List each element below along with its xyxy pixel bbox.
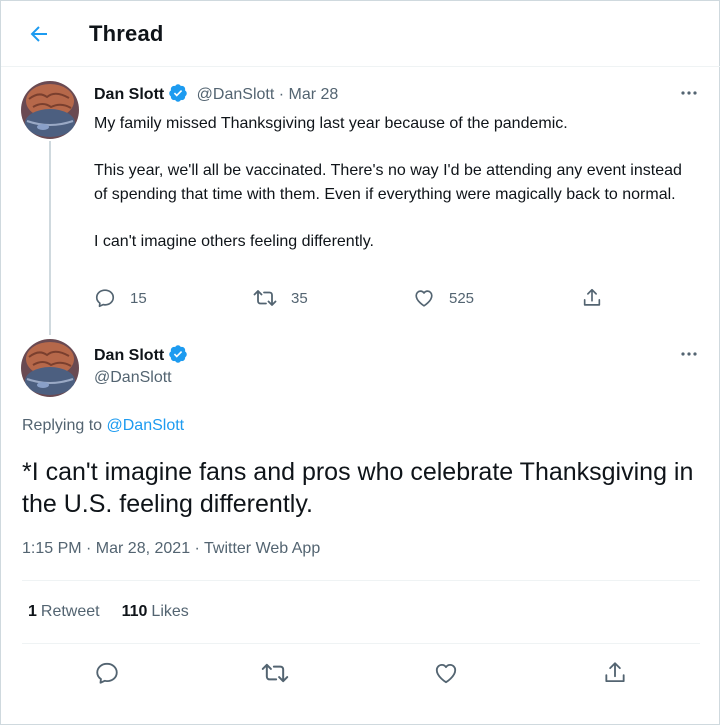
retweet-count: 35 xyxy=(291,289,308,307)
share-button[interactable] xyxy=(581,287,603,309)
retweets-stat[interactable]: 1 Retweet xyxy=(28,603,100,621)
like-count: 525 xyxy=(449,289,475,307)
verified-badge-icon xyxy=(169,345,187,363)
tweet-text: *I can't imagine fans and pros who celeb… xyxy=(22,458,694,518)
retweet-count: 1 xyxy=(28,603,37,620)
header: Thread xyxy=(1,1,720,67)
page-title: Thread xyxy=(89,21,164,46)
more-options-button[interactable] xyxy=(675,83,703,103)
reply-button[interactable] xyxy=(93,659,121,687)
like-count: 110 xyxy=(121,603,148,620)
tweet-paragraph: I can't imagine others feeling different… xyxy=(94,232,374,250)
replying-prefix: Replying to xyxy=(22,417,103,434)
share-icon xyxy=(605,662,625,683)
heart-icon xyxy=(435,663,457,684)
replying-to: Replying to @DanSlott xyxy=(22,417,184,435)
thread-panel: Thread Dan Slott @DanSlott · Mar 28 My f… xyxy=(0,0,720,725)
author-handle[interactable]: @DanSlott xyxy=(94,369,172,387)
tweet-text: My family missed Thanksgiving last year … xyxy=(94,112,694,253)
reply-count: 15 xyxy=(130,289,147,307)
tweet-date[interactable]: Mar 28 xyxy=(289,86,339,103)
avatar[interactable] xyxy=(21,339,79,397)
divider xyxy=(22,580,700,581)
divider xyxy=(22,643,700,644)
author-name[interactable]: Dan Slott xyxy=(94,347,164,364)
tweet-paragraph: This year, we'll all be vaccinated. Ther… xyxy=(94,162,682,203)
author-handle[interactable]: @DanSlott xyxy=(197,86,275,103)
tweet-paragraph: My family missed Thanksgiving last year … xyxy=(94,115,568,132)
verified-badge-icon xyxy=(169,84,187,102)
reply-button[interactable]: 15 xyxy=(94,287,147,309)
retweet-button[interactable] xyxy=(261,659,289,687)
like-button[interactable] xyxy=(432,659,460,687)
like-label: Likes xyxy=(151,603,189,620)
share-button[interactable] xyxy=(601,659,629,687)
likes-stat[interactable]: 110 Likes xyxy=(122,603,189,621)
arrow-left-icon xyxy=(30,26,47,42)
tweet-header: Dan Slott @DanSlott · Mar 28 xyxy=(94,83,338,104)
avatar-image xyxy=(21,339,79,397)
avatar-image xyxy=(21,81,79,139)
more-options-button[interactable] xyxy=(675,344,703,364)
share-icon xyxy=(583,288,601,306)
thread-connector-line xyxy=(49,141,51,335)
retweet-label: Retweet xyxy=(40,603,100,620)
like-button[interactable]: 525 xyxy=(413,287,474,309)
avatar[interactable] xyxy=(21,81,79,139)
tweet-timestamp[interactable]: 1:15 PM · Mar 28, 2021 · Twitter Web App xyxy=(22,540,320,558)
retweet-icon xyxy=(261,663,289,683)
more-horizontal-icon xyxy=(681,352,697,356)
tweet-header: Dan Slott xyxy=(94,344,188,365)
retweet-button[interactable]: 35 xyxy=(253,287,308,309)
heart-icon xyxy=(415,290,433,307)
author-name[interactable]: Dan Slott xyxy=(94,86,164,103)
replying-to-link[interactable]: @DanSlott xyxy=(107,417,185,434)
separator: · xyxy=(278,86,285,103)
retweet-icon xyxy=(253,290,277,306)
back-button[interactable] xyxy=(23,18,55,50)
more-horizontal-icon xyxy=(681,91,697,95)
engagement-stats: 1 Retweet 110 Likes xyxy=(28,603,189,621)
reply-icon xyxy=(95,289,115,308)
reply-icon xyxy=(96,662,118,684)
